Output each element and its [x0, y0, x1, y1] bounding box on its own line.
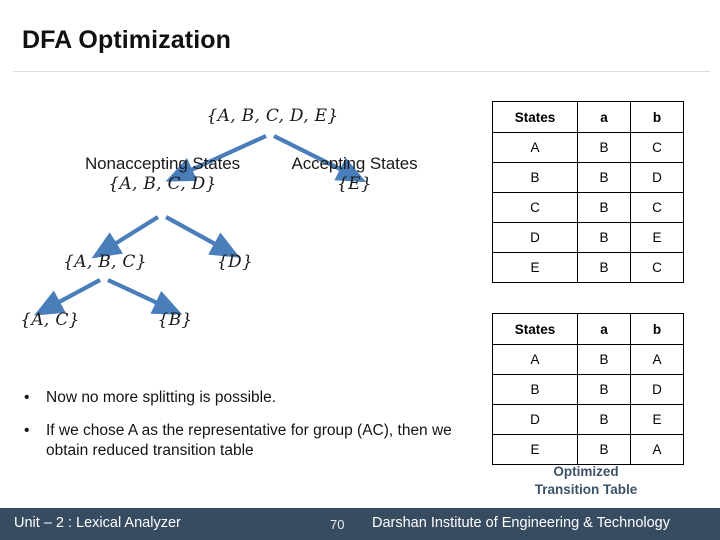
bullet-item: • If we chose A as the representative fo…	[12, 421, 472, 461]
cell-b: C	[630, 252, 684, 283]
table-row: B B D	[492, 374, 684, 405]
tree-node-b: {B}	[130, 310, 220, 330]
footer-institute-label: Darshan Institute of Engineering & Techn…	[372, 515, 670, 531]
arrow-abc-to-b	[107, 278, 183, 315]
cell-state: E	[492, 252, 578, 283]
bullet-text: If we chose A as the representative for …	[46, 422, 452, 460]
title-divider	[13, 71, 710, 72]
table-header-row: States a b	[492, 101, 684, 133]
bullet-list: • Now no more splitting is possible. • I…	[12, 388, 472, 474]
footer-unit-label: Unit – 2 : Lexical Analyzer	[14, 515, 181, 531]
tree-node-d: {D}	[190, 252, 280, 272]
table-row: A B C	[492, 132, 684, 163]
table-row: E B A	[492, 434, 684, 465]
cell-state: B	[492, 162, 578, 193]
cell-a: B	[577, 132, 631, 163]
slide-root: DFA Optimization {A, B, C, D, E} Nonacce…	[0, 0, 720, 540]
cell-state: C	[492, 192, 578, 223]
optimized-table-caption: Optimized Transition Table	[492, 463, 680, 499]
cell-b: E	[630, 404, 684, 435]
column-header-b: b	[630, 313, 684, 345]
optimized-transition-table: States a b A B A B B D D B E E B A	[492, 313, 684, 465]
tree-node-ac: {A, C}	[0, 310, 100, 330]
cell-a: B	[577, 252, 631, 283]
table-row: E B C	[492, 252, 684, 283]
column-header-a: a	[577, 313, 631, 345]
arrow-nonaccepting-to-d	[164, 215, 240, 258]
slide-footer: Unit – 2 : Lexical Analyzer 70 Darshan I…	[0, 508, 720, 540]
bullet-text: Now no more splitting is possible.	[46, 389, 277, 406]
tree-node-root: {A, B, C, D, E}	[200, 106, 345, 126]
tree-node-abc: {A, B, C}	[50, 252, 160, 272]
tree-node-accepting-set: {E}	[337, 174, 372, 195]
table-row: C B C	[492, 192, 684, 223]
cell-b: C	[630, 192, 684, 223]
arrow-abc-to-ac	[33, 278, 101, 316]
original-transition-table: States a b A B C B B D C B C D B E E B C	[492, 101, 684, 283]
cell-a: B	[577, 162, 631, 193]
cell-a: B	[577, 374, 631, 405]
table-row: D B E	[492, 222, 684, 253]
table-row: B B D	[492, 162, 684, 193]
table-row: A B A	[492, 344, 684, 375]
arrow-nonaccepting-to-abc	[91, 215, 160, 259]
tree-node-nonaccepting: Nonaccepting States {A, B, C, D}	[70, 154, 255, 194]
cell-b: E	[630, 222, 684, 253]
footer-page-number: 70	[330, 517, 345, 532]
cell-state: D	[492, 222, 578, 253]
tree-node-ac-set: {A, C}	[20, 310, 80, 330]
column-header-states: States	[492, 101, 578, 133]
cell-state: B	[492, 374, 578, 405]
cell-a: B	[577, 344, 631, 375]
bullet-marker-icon: •	[24, 422, 30, 440]
column-header-a: a	[577, 101, 631, 133]
table-row: D B E	[492, 404, 684, 435]
partition-tree-diagram: {A, B, C, D, E} Nonaccepting States {A, …	[0, 92, 470, 352]
caption-line-2: Transition Table	[534, 481, 638, 497]
cell-a: B	[577, 192, 631, 223]
tree-node-abc-set: {A, B, C}	[63, 252, 147, 272]
page-title: DFA Optimization	[22, 26, 231, 54]
column-header-b: b	[630, 101, 684, 133]
cell-b: D	[630, 162, 684, 193]
tree-node-d-set: {D}	[216, 252, 254, 272]
tree-node-nonaccepting-label: Nonaccepting States	[85, 154, 240, 173]
tree-node-b-set: {B}	[157, 310, 193, 330]
cell-state: E	[492, 434, 578, 465]
tree-node-accepting-label: Accepting States	[291, 154, 418, 173]
cell-state: A	[492, 344, 578, 375]
cell-b: C	[630, 132, 684, 163]
bullet-item: • Now no more splitting is possible.	[12, 388, 472, 408]
cell-a: B	[577, 434, 631, 465]
bullet-marker-icon: •	[24, 389, 30, 406]
caption-line-1: Optimized	[553, 464, 619, 479]
tree-node-nonaccepting-set: {A, B, C, D}	[108, 174, 217, 195]
cell-b: A	[630, 344, 684, 375]
cell-state: D	[492, 404, 578, 435]
cell-a: B	[577, 222, 631, 253]
cell-a: B	[577, 404, 631, 435]
table-header-row: States a b	[492, 313, 684, 345]
cell-b: A	[630, 434, 684, 465]
cell-b: D	[630, 374, 684, 405]
column-header-states: States	[492, 313, 578, 345]
tree-node-root-set: {A, B, C, D, E}	[206, 106, 339, 126]
tree-node-accepting: Accepting States {E}	[272, 154, 437, 194]
cell-state: A	[492, 132, 578, 163]
